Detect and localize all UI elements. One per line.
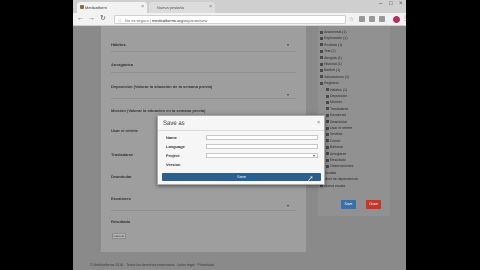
- field-label: Deposición (Valorar la situación de la s…: [111, 84, 213, 89]
- version-label: Version: [166, 162, 181, 167]
- security-label: No es seguro: [125, 18, 149, 23]
- sidebar-item[interactable]: Hábitos (1): [326, 88, 347, 92]
- url-path: /aspanas/new: [182, 18, 208, 23]
- dropdown-icon[interactable]: ▾: [287, 42, 289, 47]
- profile-avatar[interactable]: [393, 16, 400, 23]
- sidebar-item[interactable]: Historial (1): [320, 62, 342, 66]
- dialog-save-button[interactable]: Save: [162, 173, 321, 181]
- sidebar-item[interactable]: Registros: [320, 81, 339, 85]
- sidebar-item[interactable]: Pruebas (1): [320, 43, 342, 47]
- extension-icon[interactable]: [369, 16, 375, 22]
- sidebar-item[interactable]: Barthel (1): [320, 68, 340, 72]
- name-input[interactable]: [206, 135, 318, 140]
- sidebar-item[interactable]: Alergias (1): [320, 56, 342, 60]
- sidebar-item[interactable]: Deposición: [326, 94, 347, 98]
- tab-label: Nueva pestaña: [157, 5, 184, 10]
- field-label: Escalones: [111, 196, 131, 201]
- language-input[interactable]: [206, 144, 318, 149]
- close-button[interactable]: Close: [366, 200, 381, 209]
- tab-strip: Medicalform × Nueva pestaña × – □ ×: [73, 0, 406, 13]
- bookmark-star-icon[interactable]: ☆: [349, 16, 354, 23]
- sidebar-item[interactable]: Resultado: [326, 158, 346, 162]
- dialog-title: Save as: [163, 121, 185, 127]
- sidebar-item[interactable]: Arreglarse: [326, 152, 346, 156]
- sidebar: Nueva escala Nivel de dependencia Escalas O…: [318, 26, 390, 216]
- field-label: Hábitos: [111, 42, 126, 47]
- close-tab-icon[interactable]: ×: [141, 4, 144, 10]
- name-label: Name: [166, 135, 177, 140]
- close-window-icon[interactable]: ×: [399, 1, 403, 7]
- sidebar-item[interactable]: Nivel de dependencia: [320, 177, 358, 181]
- field-label: Micción (Valorar la situación en la sema…: [111, 108, 206, 113]
- project-label: Project: [166, 153, 180, 158]
- sidebar-item[interactable]: Trasladarse: [326, 107, 348, 111]
- save-as-dialog: Save as × Name Language Project ▾ Versio…: [157, 115, 325, 185]
- maximize-icon[interactable]: □: [389, 1, 393, 7]
- sidebar-item[interactable]: Comer: [326, 139, 341, 143]
- sidebar-item[interactable]: Micción: [326, 100, 342, 104]
- field-label: Anorgánica: [111, 62, 134, 67]
- sidebar-item[interactable]: Usar el retrete: [326, 126, 352, 130]
- extension-icon[interactable]: [359, 16, 365, 22]
- field-label: Usar el retrete: [111, 128, 138, 133]
- extension-icon[interactable]: [379, 16, 385, 22]
- sidebar-item[interactable]: Anamnesis (1): [320, 30, 347, 34]
- sidebar-item[interactable]: Escalones: [326, 113, 346, 117]
- field-label: Resultado: [111, 219, 131, 224]
- close-icon[interactable]: ×: [317, 120, 320, 126]
- close-tab-icon[interactable]: ×: [209, 4, 212, 10]
- favicon-icon: [80, 5, 84, 9]
- sidebar-item[interactable]: Valoraciones (2): [320, 75, 349, 79]
- mouse-cursor-icon: ➚: [307, 174, 314, 183]
- sidebar-item[interactable]: Test (2): [320, 49, 336, 53]
- info-icon: ⓘ: [118, 18, 122, 23]
- sidebar-item[interactable]: Observaciones: [326, 164, 353, 168]
- save-button[interactable]: Save: [341, 200, 356, 209]
- back-icon[interactable]: ←: [77, 15, 84, 23]
- browser-toolbar: ← → ↻ ⓘ No es seguro | medicalforms.org/…: [73, 13, 406, 26]
- url-host: medicalforms.org: [152, 18, 183, 23]
- language-label: Language: [166, 144, 185, 149]
- footer-text: © Medicalforms 2016 · Todos los derechos…: [90, 263, 214, 267]
- address-bar[interactable]: ⓘ No es seguro | medicalforms.org/aspana…: [114, 15, 346, 24]
- dropdown-icon[interactable]: ▾: [287, 203, 289, 208]
- sidebar-item[interactable]: Bañarse: [326, 145, 343, 149]
- tab-label: Medicalform: [85, 5, 107, 10]
- chevron-down-icon: ▾: [312, 153, 315, 158]
- tab-new[interactable]: Nueva pestaña ×: [149, 2, 215, 13]
- reload-icon[interactable]: ↻: [100, 15, 106, 23]
- project-select[interactable]: ▾: [206, 153, 318, 158]
- sidebar-item[interactable]: Vestirse: [326, 132, 342, 136]
- field-label: Trasladarse: [111, 152, 134, 157]
- tab-medicalform[interactable]: Medicalform ×: [77, 2, 147, 13]
- sidebar-item[interactable]: Deambular: [326, 120, 347, 124]
- menu-icon[interactable]: ⋮: [402, 15, 406, 22]
- calculate-button[interactable]: Calcular: [112, 233, 126, 239]
- sidebar-item[interactable]: Exploración (1): [320, 36, 348, 40]
- field-label: Deambular: [111, 174, 132, 179]
- forward-icon[interactable]: →: [88, 15, 95, 23]
- minimize-icon[interactable]: –: [379, 1, 382, 7]
- dropdown-icon[interactable]: ▾: [287, 92, 289, 97]
